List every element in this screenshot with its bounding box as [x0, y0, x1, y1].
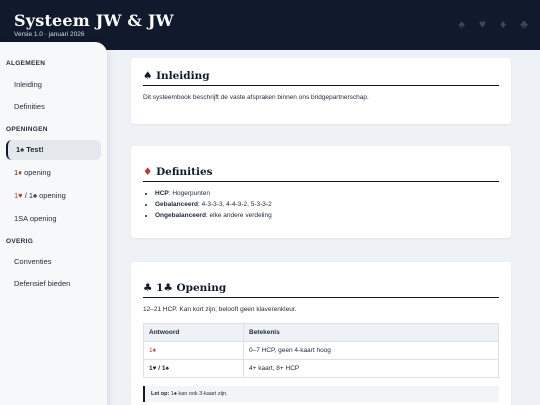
- suit-decorations: ♠ ♥ ♦ ♣: [459, 17, 529, 31]
- table-row: 1♦ 0–7 HCP, geen 4-kaart hoog: [143, 341, 499, 360]
- app-title: Systeem JW & JW: [14, 11, 174, 30]
- sidebar-item-1s-test[interactable]: 1♠ Test!: [6, 140, 101, 160]
- sidebar-item-conventies[interactable]: Conventies: [6, 252, 101, 272]
- spade-icon: ♠: [143, 70, 153, 82]
- section-text: 12–21 HCP. Kan kort zijn; belooft geen k…: [143, 306, 297, 313]
- section-1c-opening: ♣ 1♣ Opening 12–21 HCP. Kan kort zijn; b…: [131, 262, 511, 405]
- sidebar-item-1h-1s-opening[interactable]: 1♥ / 1♠ opening: [6, 186, 101, 206]
- column-header: Antwoord: [143, 323, 244, 342]
- list-item: Ongebalanceerd: elke andere verdeling: [155, 212, 499, 219]
- sidebar: ALGEMEEN Inleiding Definities OPENINGEN …: [0, 42, 107, 405]
- response-table: Antwoord Betekenis 1♦ 0–7 HCP, geen 4-ka…: [143, 323, 499, 378]
- definition-list: HCP: Hogerpunten Gebalanceerd: 4-3-3-3, …: [155, 190, 499, 219]
- group-algemeen: ALGEMEEN: [6, 60, 46, 67]
- sidebar-item-1d-opening[interactable]: 1♦ opening: [6, 163, 101, 183]
- main-content: ♠ Inleiding Dit systeembook beschrijft d…: [107, 50, 540, 405]
- note-box: Let op: 1♠ kan ook 3-kaart zijn.: [143, 386, 499, 402]
- app-subtitle: Versie 1.0 · januari 2026: [14, 31, 85, 38]
- club-icon: ♣: [143, 282, 153, 294]
- spade-icon: ♠: [458, 17, 465, 31]
- club-icon: ♣: [520, 17, 528, 31]
- list-item: Gebalanceerd: 4-3-3-3, 4-4-3-2, 5-3-3-2: [155, 201, 499, 208]
- group-overig: OVERIG: [6, 238, 34, 245]
- sidebar-item-definities[interactable]: Definities: [6, 97, 101, 117]
- section-title: ♣ 1♣ Opening: [143, 282, 499, 298]
- group-openingen: OPENINGEN: [6, 126, 48, 133]
- diamond-icon: ♦: [500, 17, 507, 31]
- section-text: Dit systeembook beschrijft de vaste afsp…: [143, 94, 369, 101]
- diamond-icon: ♦: [143, 166, 153, 178]
- section-title: ♦ Definities: [143, 166, 499, 182]
- column-header: Betekenis: [243, 323, 499, 342]
- section-title: ♠ Inleiding: [143, 70, 499, 86]
- sidebar-item-defensief-bieden[interactable]: Defensief bieden: [6, 274, 101, 294]
- section-inleiding: ♠ Inleiding Dit systeembook beschrijft d…: [131, 58, 511, 124]
- heart-icon: ♥: [478, 17, 486, 31]
- sidebar-item-1sa-opening[interactable]: 1SA opening: [6, 209, 101, 229]
- table-row: 1♥ / 1♠ 4+ kaart, 8+ HCP: [143, 359, 499, 378]
- list-item: HCP: Hogerpunten: [155, 190, 499, 197]
- sidebar-item-inleiding[interactable]: Inleiding: [6, 75, 101, 95]
- section-definities: ♦ Definities HCP: Hogerpunten Gebalancee…: [131, 146, 511, 238]
